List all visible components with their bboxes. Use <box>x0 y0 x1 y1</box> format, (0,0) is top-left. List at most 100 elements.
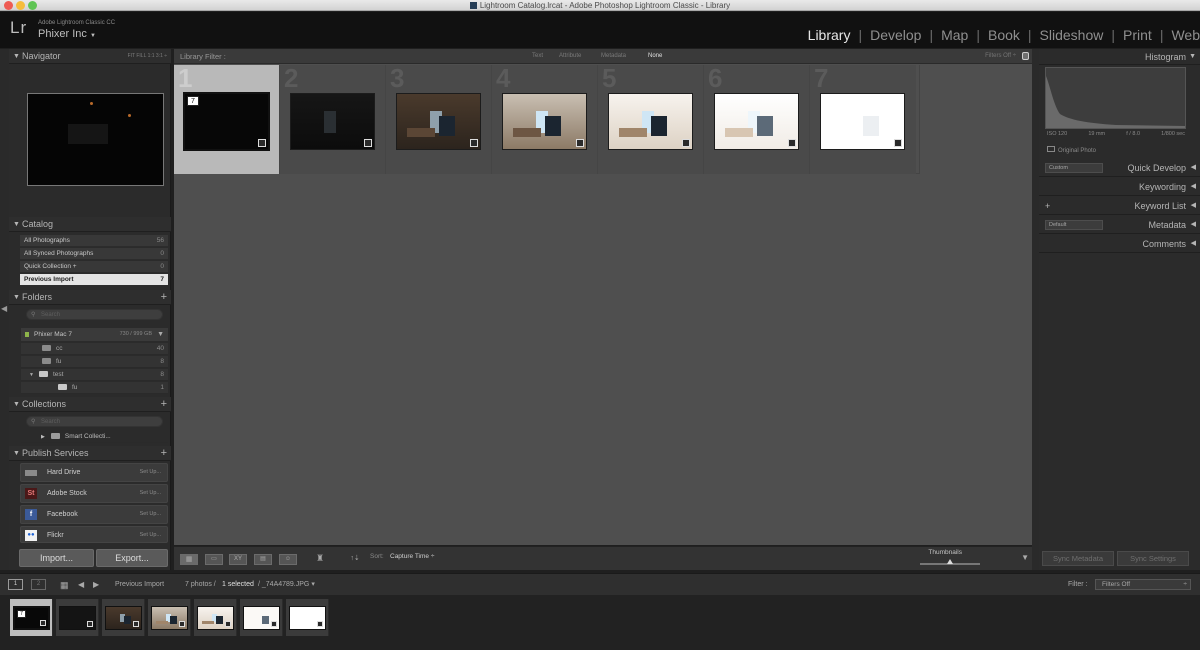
add-collection-icon[interactable]: + <box>161 397 167 412</box>
sort-dropdown[interactable]: Capture Time ÷ <box>390 553 434 560</box>
filter-tab-metadata[interactable]: Metadata <box>601 49 626 64</box>
people-view-icon[interactable]: ☺ <box>279 554 297 565</box>
filmstrip-thumbnail[interactable] <box>105 606 142 630</box>
filmstrip-cell[interactable] <box>102 599 145 636</box>
secondary-window-button[interactable]: 2 <box>31 579 46 590</box>
filmstrip-cell[interactable] <box>56 599 99 636</box>
keywording-header[interactable]: Keywording ◀ <box>1039 178 1200 196</box>
grid-cell[interactable]: 7 <box>810 63 916 174</box>
saved-preset-dropdown[interactable]: Custom <box>1045 163 1103 173</box>
sync-settings-button[interactable]: Sync Settings <box>1117 551 1189 566</box>
catalog-header[interactable]: ▼ Catalog <box>9 217 171 232</box>
spray-can-icon[interactable]: ♜ <box>315 554 325 565</box>
module-map[interactable]: Map <box>933 27 976 43</box>
filmstrip-thumbnail[interactable] <box>197 606 234 630</box>
navigator-header[interactable]: ▼ Navigator FIT FILL 1:1 3:1 ÷ <box>9 49 171 64</box>
loupe-view-icon[interactable]: ▭ <box>205 554 223 565</box>
filter-dropdown[interactable]: Filters Off ÷ <box>1095 579 1191 590</box>
back-arrow-icon[interactable]: ◀ <box>78 574 84 596</box>
publish-adobe-stock[interactable]: St Adobe Stock Set Up... <box>20 484 168 503</box>
histogram-graph[interactable] <box>1045 67 1186 129</box>
photo-thumbnail[interactable] <box>714 93 799 150</box>
toolbar-menu-icon[interactable]: ▼ <box>1021 553 1029 562</box>
catalog-item-all-photographs[interactable]: All Photographs 56 <box>20 235 168 247</box>
add-keyword-icon[interactable]: + <box>1045 197 1050 215</box>
add-folder-icon[interactable]: + <box>161 290 167 305</box>
navigator-zoom-options[interactable]: FIT FILL 1:1 3:1 ÷ <box>128 49 167 64</box>
left-panel-edge[interactable]: ◀ <box>0 49 9 570</box>
export-button[interactable]: Export... <box>96 549 168 567</box>
collections-search-input[interactable]: ⚲ Search <box>26 416 163 427</box>
add-publish-service-icon[interactable]: + <box>161 446 167 461</box>
sync-metadata-button[interactable]: Sync Metadata <box>1042 551 1114 566</box>
photo-thumbnail[interactable] <box>290 93 375 150</box>
catalog-item-previous-import[interactable]: Previous Import 7 <box>20 274 168 286</box>
filmstrip-cell[interactable]: 7 <box>10 599 53 636</box>
original-photo-checkbox[interactable]: Original Photo <box>1047 146 1096 154</box>
grid-cell[interactable]: 3 <box>386 63 492 174</box>
catalog-item-all-synced[interactable]: All Synced Photographs 0 <box>20 248 168 260</box>
navigator-preview[interactable] <box>27 93 164 186</box>
filmstrip-source[interactable]: Previous Import <box>115 574 164 596</box>
module-print[interactable]: Print <box>1115 27 1160 43</box>
folder-item-fu[interactable]: fu 8 <box>21 356 168 368</box>
filmstrip-thumbnail[interactable] <box>59 606 96 630</box>
photo-thumbnail[interactable]: 7 <box>183 92 270 151</box>
folders-search-input[interactable]: ⚲ Search <box>26 309 163 320</box>
module-slideshow[interactable]: Slideshow <box>1032 27 1112 43</box>
module-develop[interactable]: Develop <box>862 27 929 43</box>
grid-cell[interactable]: 1 7 <box>174 63 280 174</box>
catalog-item-quick-collection[interactable]: Quick Collection +0 <box>20 261 168 273</box>
sort-direction-icon[interactable]: ↑⇣ <box>344 554 366 565</box>
grid-cell[interactable]: 4 <box>492 63 598 174</box>
photo-thumbnail[interactable] <box>820 93 905 150</box>
photo-thumbnail[interactable] <box>396 93 481 150</box>
collections-header[interactable]: ▼ Collections + <box>9 397 171 412</box>
grid-view-icon[interactable]: ▦ <box>180 554 198 565</box>
photo-thumbnail[interactable] <box>502 93 587 150</box>
grid-cell[interactable]: 5 <box>598 63 704 174</box>
primary-window-button[interactable]: 1 <box>8 579 23 590</box>
publish-services-header[interactable]: ▼ Publish Services + <box>9 446 171 461</box>
slider-knob[interactable] <box>947 559 953 564</box>
folder-item-test-fu[interactable]: fu 1 <box>21 382 168 394</box>
compare-view-icon[interactable]: XY <box>229 554 247 565</box>
grid-icon[interactable]: ▦ <box>60 574 69 596</box>
filmstrip-cell[interactable] <box>148 599 191 636</box>
filter-tab-none[interactable]: None <box>648 49 662 64</box>
volume-row[interactable]: Phixer Mac 7 730 / 999 GB ▼ <box>21 328 168 341</box>
filmstrip-thumbnail[interactable] <box>151 606 188 630</box>
filmstrip-cell[interactable] <box>286 599 329 636</box>
grid-cell[interactable]: 2 <box>280 63 386 174</box>
folder-item-test[interactable]: ▼ test 8 <box>21 369 168 381</box>
module-library[interactable]: Library <box>800 27 859 43</box>
lock-icon[interactable] <box>1022 52 1029 60</box>
right-panel-edge[interactable] <box>1032 49 1039 570</box>
filmstrip-thumbnail[interactable]: 7 <box>13 606 50 630</box>
comments-header[interactable]: Comments ◀ <box>1039 235 1200 253</box>
survey-view-icon[interactable]: ▤ <box>254 554 272 565</box>
filter-tab-attribute[interactable]: Attribute <box>559 49 581 64</box>
publish-flickr[interactable]: ●● Flickr Set Up... <box>20 526 168 543</box>
publish-hard-drive[interactable]: Hard Drive Set Up... <box>20 463 168 482</box>
quick-develop-header[interactable]: Custom Quick Develop ◀ <box>1039 159 1200 177</box>
keyword-list-header[interactable]: + Keyword List ◀ <box>1039 197 1200 215</box>
module-book[interactable]: Book <box>980 27 1028 43</box>
filmstrip-cell[interactable] <box>240 599 283 636</box>
filmstrip-thumbnail[interactable] <box>289 606 326 630</box>
metadata-preset-dropdown[interactable]: Default <box>1045 220 1103 230</box>
filmstrip-cell[interactable] <box>194 599 237 636</box>
grid-cell[interactable]: 6 <box>704 63 810 174</box>
module-web[interactable]: Web <box>1163 27 1200 43</box>
filmstrip-thumbnail[interactable] <box>243 606 280 630</box>
photo-thumbnail[interactable] <box>608 93 693 150</box>
metadata-header[interactable]: Default Metadata ◀ <box>1039 216 1200 234</box>
smart-collections-row[interactable]: ▶ Smart Collecti... <box>21 431 168 443</box>
forward-arrow-icon[interactable]: ▶ <box>93 574 99 596</box>
import-button[interactable]: Import... <box>19 549 94 567</box>
filter-tab-text[interactable]: Text <box>532 49 543 64</box>
histogram-header[interactable]: Histogram ▼ <box>1039 49 1200 65</box>
folder-item-cc[interactable]: cc 40 <box>21 343 168 355</box>
selected-file[interactable]: / _74A4789.JPG ▾ <box>258 574 315 596</box>
identity-plate[interactable]: Phixer Inc ▼ <box>38 28 96 40</box>
